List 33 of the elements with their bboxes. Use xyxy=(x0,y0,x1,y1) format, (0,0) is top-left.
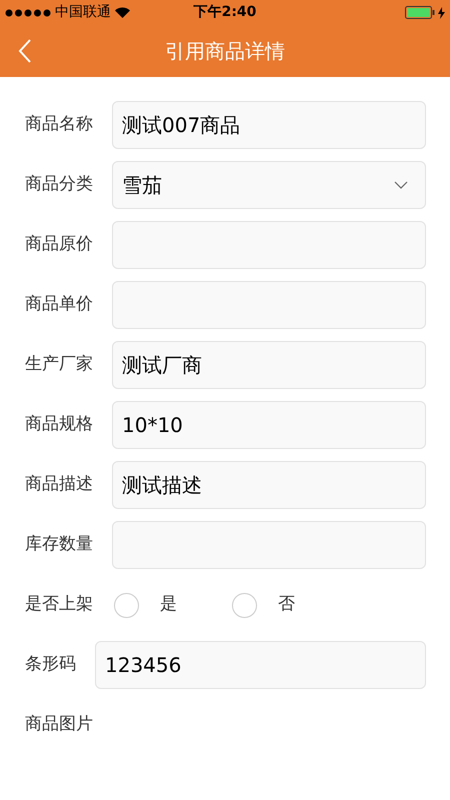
page-title: 引用商品详情 xyxy=(165,38,285,65)
radio-label: 是 xyxy=(160,593,177,616)
input-field[interactable]: 123456 xyxy=(95,641,426,689)
select-field[interactable]: 雪茄 xyxy=(112,161,426,209)
field-label: 是否上架 xyxy=(25,593,93,616)
field-label: 商品单价 xyxy=(25,293,93,316)
field-label: 条形码 xyxy=(25,653,76,676)
field-label: 商品图片 xyxy=(25,713,93,736)
chevron-down-icon xyxy=(394,181,408,189)
input-field[interactable]: 测试厂商 xyxy=(112,341,426,389)
input-field[interactable] xyxy=(112,221,426,269)
field-label: 商品原价 xyxy=(25,233,93,256)
input-field[interactable]: 测试007商品 xyxy=(112,101,426,149)
signal-icon xyxy=(5,8,51,16)
input-field[interactable]: 测试描述 xyxy=(112,461,426,509)
status-time: 下午2:40 xyxy=(194,3,256,22)
field-label: 生产厂家 xyxy=(25,353,93,376)
radio-button[interactable] xyxy=(232,592,257,618)
field-label: 商品描述 xyxy=(25,473,93,496)
back-icon xyxy=(18,39,32,63)
input-field[interactable]: 10*10 xyxy=(112,401,426,449)
field-label: 商品名称 xyxy=(25,113,93,136)
carrier-name: 中国联通 xyxy=(55,3,111,22)
input-field[interactable] xyxy=(112,521,426,569)
radio-button[interactable] xyxy=(114,592,139,618)
field-label: 商品规格 xyxy=(25,413,93,436)
input-field[interactable] xyxy=(112,281,426,329)
radio-label: 否 xyxy=(278,593,295,616)
battery-icon xyxy=(405,6,435,19)
wifi-icon xyxy=(115,7,130,18)
field-label: 库存数量 xyxy=(25,533,93,556)
field-label: 商品分类 xyxy=(25,173,93,196)
charging-icon xyxy=(438,6,445,18)
